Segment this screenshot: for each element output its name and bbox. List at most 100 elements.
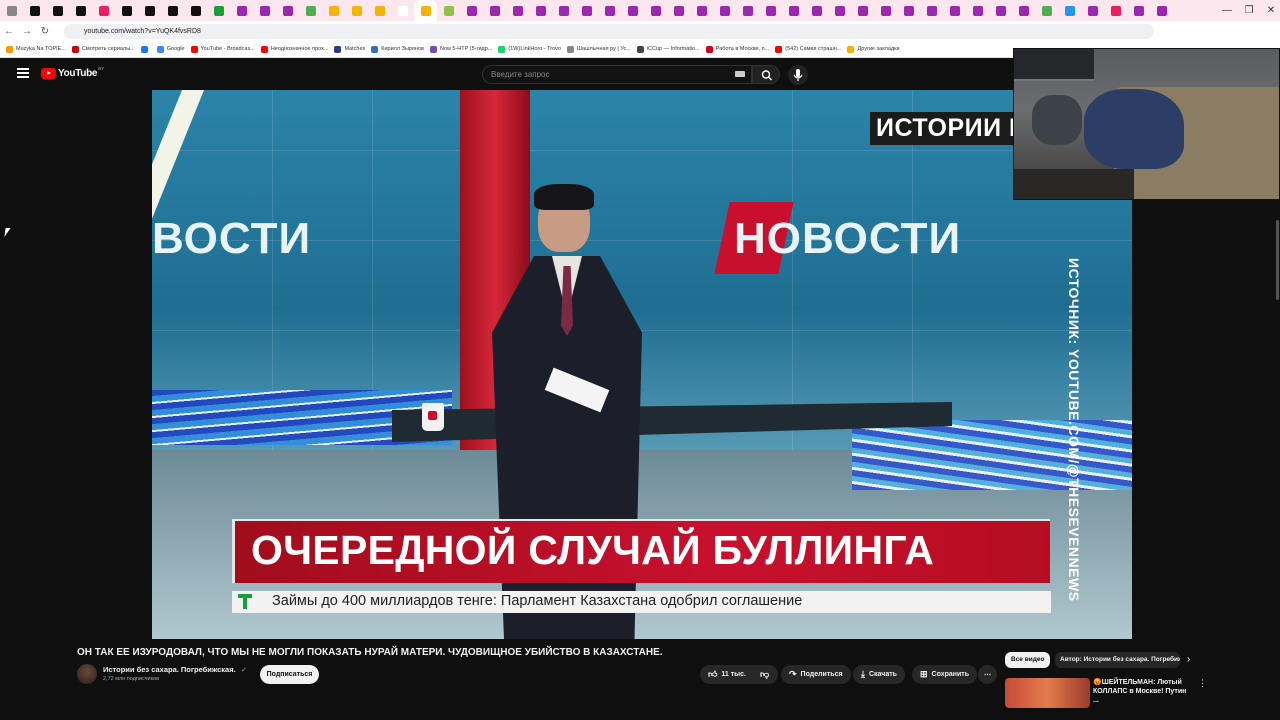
share-button[interactable]: ↷ Поделиться (781, 665, 851, 684)
close-window-icon[interactable]: ✕ (1260, 0, 1280, 21)
recommended-more-icon[interactable]: ⋮ (1198, 678, 1207, 689)
url-field[interactable]: youtube.com/watch?v=YuQK4fvsRD8 (64, 24, 1154, 39)
browser-tab[interactable] (207, 0, 230, 21)
browser-tab[interactable] (299, 0, 322, 21)
browser-tab[interactable] (736, 0, 759, 21)
dislike-button[interactable]: 👎︎ (751, 665, 779, 684)
browser-tab[interactable] (184, 0, 207, 21)
browser-tab[interactable] (69, 0, 92, 21)
browser-tab[interactable] (368, 0, 391, 21)
browser-tab[interactable] (161, 0, 184, 21)
browser-tab[interactable] (575, 0, 598, 21)
subscribe-button[interactable]: Подписаться (260, 665, 319, 684)
mic-button[interactable] (788, 65, 808, 85)
forward-icon[interactable]: → (18, 26, 36, 37)
bookmark-item[interactable]: Неоднозначное прох... (260, 45, 328, 53)
browser-tab[interactable] (759, 0, 782, 21)
studio-brand-partial: ВОСТИ (152, 214, 312, 263)
like-button[interactable]: 👍︎ 11 тыс. (700, 665, 752, 684)
bookmark-item[interactable]: Шашлычная ру | Ус... (566, 45, 631, 53)
bookmark-item[interactable]: (542) Самая страшн... (775, 45, 841, 53)
chevron-right-icon[interactable]: › (1187, 654, 1190, 665)
minimize-icon[interactable]: — (1216, 0, 1238, 21)
browser-tab[interactable] (667, 0, 690, 21)
video-player[interactable]: ВОСТИ НОВОСТИ ИСТОРИИ БЕЗ ИСТОЧНИК: YOUT… (152, 90, 1132, 639)
browser-tab[interactable] (483, 0, 506, 21)
chip-all-videos[interactable]: Все видео (1005, 652, 1051, 668)
share-label: Поделиться (800, 671, 843, 678)
channel-avatar[interactable] (77, 664, 97, 684)
bookmark-item[interactable] (140, 45, 151, 53)
channel-name[interactable]: Истории без сахара. Погребижская. (103, 665, 236, 674)
menu-icon[interactable] (17, 68, 29, 78)
browser-tab[interactable] (276, 0, 299, 21)
bookmark-item[interactable]: Кирилл Зырянов (371, 45, 424, 53)
browser-tab[interactable] (1081, 0, 1104, 21)
browser-tab[interactable] (920, 0, 943, 21)
browser-tab[interactable] (391, 0, 414, 21)
browser-tab[interactable] (1058, 0, 1081, 21)
keyboard-icon[interactable] (735, 71, 745, 77)
tab-favicon-icon (75, 5, 86, 16)
search-button[interactable] (752, 65, 780, 84)
restore-icon[interactable]: ❐ (1238, 0, 1260, 21)
page-scrollbar[interactable] (1276, 220, 1279, 300)
browser-tab[interactable] (1104, 0, 1127, 21)
browser-tab[interactable] (644, 0, 667, 21)
search-input[interactable]: Введите запрос (482, 65, 752, 84)
bookmark-item[interactable]: Matches (334, 45, 365, 53)
browser-tab[interactable] (437, 0, 460, 21)
recommended-title[interactable]: 😡ШЕЙТЕЛЬМАН: Лютый КОЛЛАПС в Москве! Пут… (1093, 678, 1193, 705)
browser-tab[interactable] (552, 0, 575, 21)
browser-tab[interactable] (1035, 0, 1058, 21)
bookmark-item[interactable]: Muzyka Na TOPIE... (6, 45, 66, 53)
browser-tab[interactable] (506, 0, 529, 21)
browser-tab[interactable] (943, 0, 966, 21)
browser-tab[interactable] (460, 0, 483, 21)
chip-author[interactable]: Автор: Истории без сахара. Погребижская (1055, 652, 1180, 668)
bookmark-item[interactable]: iCCup — Informatio... (636, 45, 700, 53)
youtube-logo[interactable]: YouTube BY (41, 66, 104, 79)
browser-tab[interactable] (414, 0, 437, 21)
browser-tab[interactable] (253, 0, 276, 21)
browser-tab[interactable] (598, 0, 621, 21)
browser-tab[interactable] (23, 0, 46, 21)
browser-tab[interactable] (989, 0, 1012, 21)
bookmark-item[interactable]: Now 5-HTP (5-гидр... (429, 45, 492, 53)
browser-tab[interactable] (46, 0, 69, 21)
bookmark-item[interactable]: Смотреть сериалы... (71, 45, 135, 53)
browser-tab[interactable] (322, 0, 345, 21)
browser-tab[interactable] (621, 0, 644, 21)
bookmark-favicon-icon (847, 45, 855, 53)
browser-tab[interactable] (345, 0, 368, 21)
browser-tab[interactable] (851, 0, 874, 21)
bookmark-item[interactable]: Другие закладки (847, 45, 900, 53)
browser-tab[interactable] (874, 0, 897, 21)
browser-tab[interactable] (1150, 0, 1173, 21)
recommended-thumbnail[interactable] (1005, 678, 1090, 708)
browser-tab[interactable] (138, 0, 161, 21)
browser-tab[interactable] (1012, 0, 1035, 21)
browser-tab[interactable] (1127, 0, 1150, 21)
browser-tab[interactable] (529, 0, 552, 21)
browser-tab[interactable] (805, 0, 828, 21)
browser-tab[interactable] (828, 0, 851, 21)
browser-tab[interactable] (115, 0, 138, 21)
browser-tab[interactable] (966, 0, 989, 21)
reload-icon[interactable]: ↻ (36, 26, 54, 37)
browser-tab[interactable] (897, 0, 920, 21)
browser-tab[interactable] (713, 0, 736, 21)
bookmark-item[interactable]: Google (156, 45, 185, 53)
bookmark-item[interactable]: YouTube - Broadcas... (190, 45, 255, 53)
browser-tab[interactable] (92, 0, 115, 21)
browser-tab[interactable] (0, 0, 23, 21)
browser-tab[interactable] (782, 0, 805, 21)
bookmark-item[interactable]: Работа в Москве, п... (705, 45, 769, 53)
save-button[interactable]: ⊞ Сохранить (912, 665, 978, 684)
browser-tab[interactable] (690, 0, 713, 21)
download-button[interactable]: ⤓ Скачать (853, 665, 905, 684)
browser-tab[interactable] (230, 0, 253, 21)
back-icon[interactable]: ← (0, 26, 18, 37)
bookmark-item[interactable]: (1W)LinkHoro - Trovo (498, 45, 561, 53)
more-actions-button[interactable]: ⋯ (978, 665, 997, 684)
